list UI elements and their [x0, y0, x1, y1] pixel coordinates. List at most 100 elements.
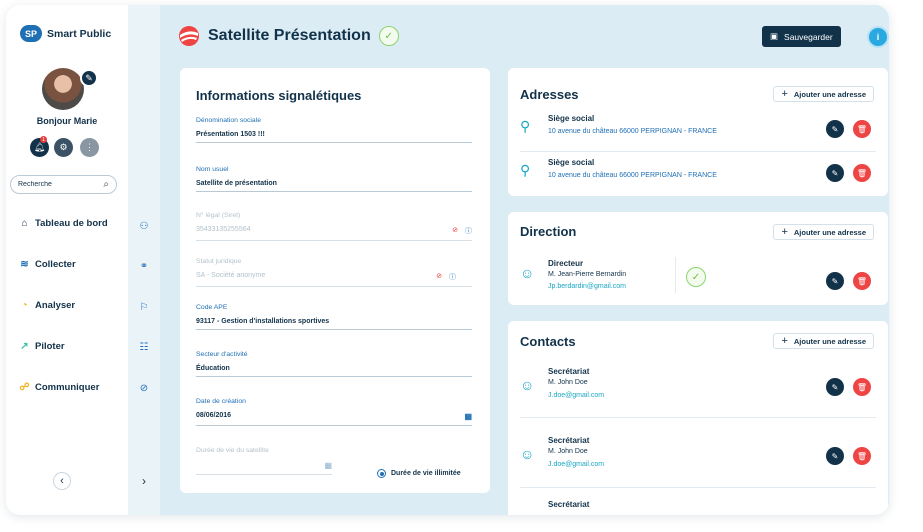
search-input[interactable]	[18, 181, 98, 188]
divider	[675, 257, 676, 293]
info-card: Informations signalétiques Dénomination …	[180, 68, 490, 493]
add-button-label: Ajouter une adresse	[793, 227, 866, 237]
nav-item-dashboard[interactable]: ⌂ Tableau de bord	[19, 218, 107, 229]
director-name: M. Jean-Pierre Bernardin	[548, 271, 627, 278]
field-usual-name[interactable]: Nom usuel Satellite de présentation	[196, 166, 472, 192]
field-creation-date[interactable]: Date de création 08/06/2016 ▦	[196, 398, 472, 426]
director-title: Directeur	[548, 259, 584, 268]
contact-item: ☺ Secrétariat M. John Doe J.doe@gmail.co…	[520, 434, 880, 482]
search-box[interactable]: ⌕	[10, 175, 117, 194]
field-label: Date de création	[196, 398, 246, 405]
check-icon: ✓	[378, 26, 399, 46]
save-button[interactable]: ▣ Sauvegarder	[762, 26, 841, 47]
contacts-card: Contacts + Ajouter une adresse ☺ Secrétar…	[508, 321, 888, 515]
field-label: N° légal (Siret)	[196, 212, 241, 219]
app-window: SP Smart Public ✎ Bonjour Marie 🔔︎ 1 ⚙ ⋮…	[6, 5, 889, 515]
delete-contact-button[interactable]: 🗑︎	[853, 378, 871, 396]
user-link-icon[interactable]: ⚇	[138, 221, 150, 232]
edit-address-button[interactable]: ✎	[826, 120, 844, 138]
contact-title: Secrétariat	[548, 500, 590, 509]
satellite-logo-icon	[179, 26, 199, 46]
database-icon: ≋	[20, 259, 29, 270]
add-address-button[interactable]: + Ajouter une adresse	[773, 86, 874, 102]
info-icon[interactable]: ⓘ	[449, 272, 456, 282]
delete-address-button[interactable]: 🗑︎	[853, 164, 871, 182]
nav-item-communicate[interactable]: ☍ Communiquer	[19, 382, 99, 393]
floppy-icon: ▣	[770, 31, 779, 41]
user-circle-icon: ☺	[520, 446, 535, 462]
contacts-title: Contacts	[520, 334, 576, 349]
contact-title: Secrétariat	[548, 436, 590, 445]
chevron-right-icon[interactable]: ›	[138, 474, 150, 488]
user-circle-icon: ☺	[520, 265, 535, 281]
link-icon[interactable]: ⚭	[138, 261, 150, 272]
field-lifespan: Durée de vie du satellite ▦	[196, 447, 332, 475]
edit-contact-button[interactable]: ✎	[826, 447, 844, 465]
nav-item-collect[interactable]: ≋ Collecter	[19, 259, 75, 270]
delete-director-button[interactable]: 🗑︎	[853, 272, 871, 290]
field-value[interactable]: Éducation	[196, 365, 230, 372]
group-icon[interactable]: ☷	[138, 342, 150, 353]
field-value[interactable]: 93117 - Gestion d'installations sportive…	[196, 318, 329, 325]
paperclip-icon[interactable]: ⊘	[138, 383, 150, 394]
edit-contact-button[interactable]: ✎	[826, 378, 844, 396]
field-sector[interactable]: Secteur d'activité Éducation	[196, 351, 472, 377]
divider	[520, 487, 876, 488]
flag-icon[interactable]: ⚐	[138, 302, 150, 313]
location-pin-icon: ⚲	[520, 162, 531, 178]
blocked-icon: ⊘	[452, 227, 458, 234]
radio-label: Durée de vie illimitée	[391, 470, 461, 477]
nav-item-pilot[interactable]: ↗ Piloter	[19, 341, 64, 352]
more-icon[interactable]: ⋮	[80, 138, 99, 157]
director-email[interactable]: Jp.berdardin@gmail.com	[548, 283, 626, 290]
field-company-name[interactable]: Dénomination sociale Présentation 1503 !…	[196, 117, 472, 143]
contact-name: M. John Doe	[548, 448, 588, 455]
search-icon[interactable]: ⌕	[103, 179, 109, 190]
calendar-icon[interactable]: ▦	[464, 412, 472, 421]
edit-address-button[interactable]: ✎	[826, 164, 844, 182]
field-label: Secteur d'activité	[196, 351, 248, 358]
sub-nav-strip: ⚇ ⚭ ⚐ ☷ ⊘ ›	[128, 5, 160, 515]
gear-icon[interactable]: ⚙	[54, 138, 73, 157]
plus-icon: +	[781, 88, 788, 100]
field-value: 35433135255564	[196, 226, 251, 233]
location-pin-icon: ⚲	[520, 118, 531, 134]
user-circle-icon: ☺	[520, 377, 535, 393]
delete-address-button[interactable]: 🗑︎	[853, 120, 871, 138]
home-icon: ⌂	[21, 218, 28, 229]
address-line: 10 avenue du château 66000 PERPIGNAN - F…	[548, 128, 717, 135]
field-label: Durée de vie du satellite	[196, 447, 269, 454]
pencil-icon[interactable]: ✎	[80, 69, 98, 87]
nav-item-label: Communiquer	[35, 382, 100, 393]
edit-director-button[interactable]: ✎	[826, 272, 844, 290]
page-header: Satellite Présentation ✓	[178, 25, 399, 47]
add-button-label: Ajouter une adresse	[793, 336, 866, 346]
divider	[520, 151, 876, 152]
contact-email[interactable]: J.doe@gmail.com	[548, 392, 604, 399]
page-title: Satellite Présentation	[208, 27, 371, 44]
add-director-button[interactable]: + Ajouter une adresse	[773, 224, 874, 240]
address-title: Siège social	[548, 114, 595, 123]
check-icon: ✓	[686, 267, 706, 287]
field-value[interactable]: 08/06/2016	[196, 412, 231, 421]
blocked-icon: ⊘	[436, 273, 442, 280]
field-label: Code APE	[196, 304, 228, 311]
collapse-left-button[interactable]: ‹	[53, 472, 71, 490]
contact-email[interactable]: J.doe@gmail.com	[548, 461, 604, 468]
field-value[interactable]: Présentation 1503 !!!	[196, 131, 265, 138]
direction-card: Direction + Ajouter une adresse ☺ Directe…	[508, 212, 888, 305]
contact-name: M. John Doe	[548, 379, 588, 386]
avatar[interactable]	[42, 68, 84, 110]
field-value[interactable]: Satellite de présentation	[196, 180, 277, 187]
add-contact-button[interactable]: + Ajouter une adresse	[773, 333, 874, 349]
info-icon[interactable]: ⓘ	[465, 226, 472, 236]
unlimited-lifespan-radio[interactable]: Durée de vie illimitée	[377, 469, 461, 478]
field-ape-code[interactable]: Code APE 93117 - Gestion d'installations…	[196, 304, 472, 330]
brand[interactable]: SP Smart Public	[20, 25, 111, 42]
divider	[520, 417, 876, 418]
calendar-icon: ▦	[324, 461, 332, 470]
delete-contact-button[interactable]: 🗑︎	[853, 447, 871, 465]
info-button[interactable]: i	[867, 26, 889, 48]
nav-item-analyze[interactable]: ◔ Analyser	[19, 300, 75, 311]
radio-icon[interactable]	[377, 469, 386, 478]
